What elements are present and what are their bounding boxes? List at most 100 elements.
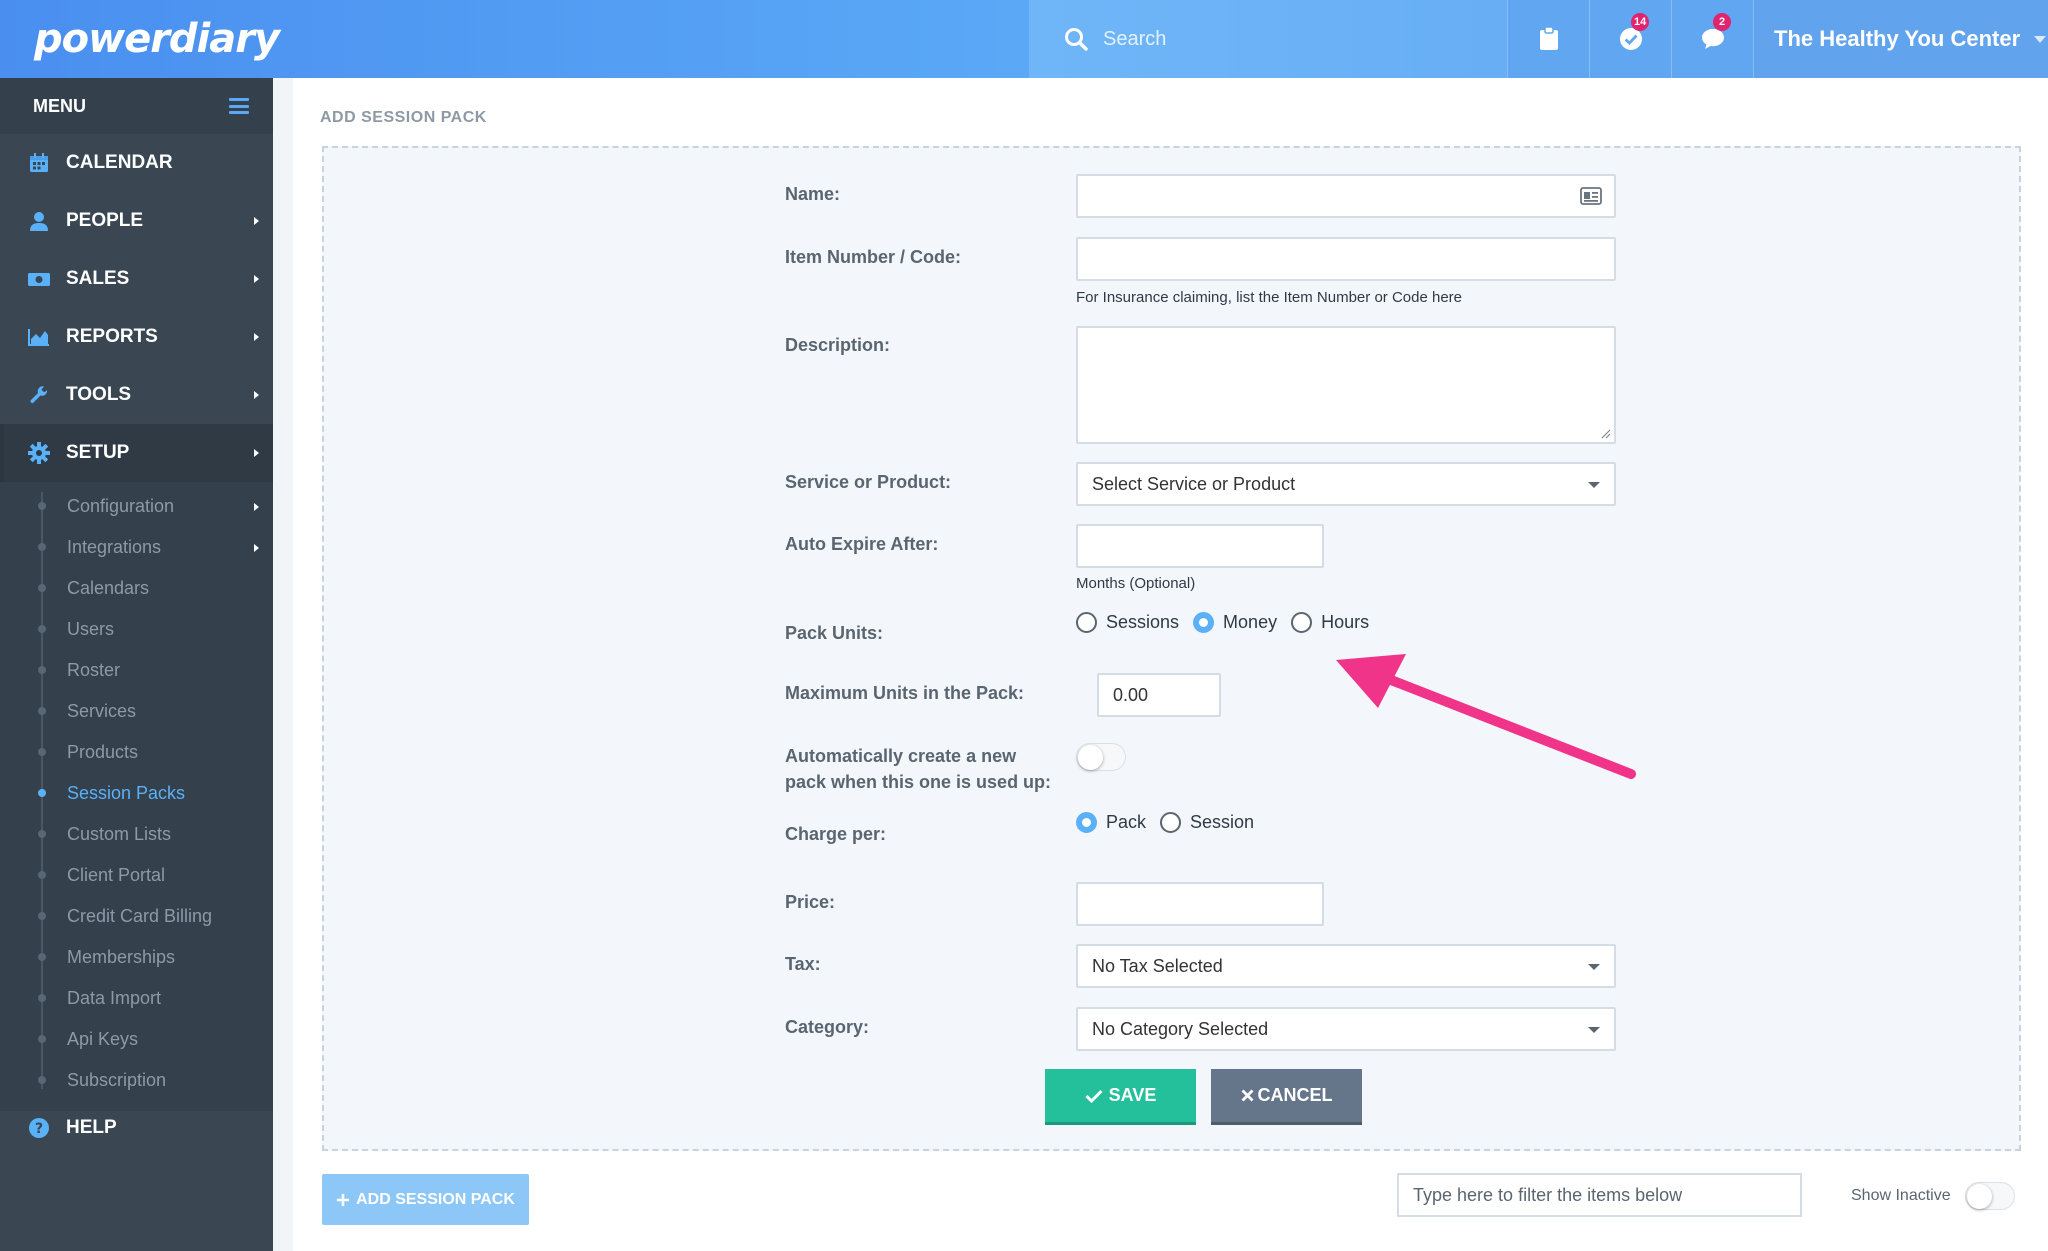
auto-expire-input[interactable] xyxy=(1076,524,1324,568)
sidebar-subitem-api-keys[interactable]: Api Keys xyxy=(0,1019,273,1060)
pack-units-label: Pack Units: xyxy=(785,623,884,643)
sidebar-item-people[interactable]: PEOPLE xyxy=(0,192,273,250)
sidebar-subitem-data-import[interactable]: Data Import xyxy=(0,978,273,1019)
svg-text:?: ? xyxy=(35,1121,43,1137)
sidebar-item-calendar[interactable]: CALENDAR xyxy=(0,134,273,192)
plus-icon xyxy=(337,1193,350,1206)
radio-money-label[interactable]: Money xyxy=(1223,612,1277,633)
name-input[interactable] xyxy=(1076,174,1616,218)
radio-sessions-label[interactable]: Sessions xyxy=(1106,612,1179,633)
sidebar-item-reports[interactable]: REPORTS xyxy=(0,308,273,366)
sidebar-subitem-users[interactable]: Users xyxy=(0,609,273,650)
bullet-dot xyxy=(38,953,46,961)
sidebar-item-sales[interactable]: SALES xyxy=(0,250,273,308)
sidebar-subitem-custom-lists[interactable]: Custom Lists xyxy=(0,814,273,855)
clipboard-button[interactable] xyxy=(1507,0,1589,78)
sidebar-subitem-label: Data Import xyxy=(67,988,162,1008)
sidebar-subitem-credit-card-billing[interactable]: Credit Card Billing xyxy=(0,896,273,937)
charge-per-label: Charge per: xyxy=(785,824,887,844)
question-circle-icon: ? xyxy=(28,1117,50,1139)
sidebar-subitem-services[interactable]: Services xyxy=(0,691,273,732)
auto-expire-label: Auto Expire After: xyxy=(785,534,939,554)
item-number-input[interactable] xyxy=(1076,237,1616,281)
service-select-value: Select Service or Product xyxy=(1092,473,1296,494)
sidebar-subitem-products[interactable]: Products xyxy=(0,732,273,773)
search-input[interactable] xyxy=(1103,27,1463,51)
service-select[interactable]: Select Service or Product xyxy=(1076,462,1616,506)
sidebar-item-tools[interactable]: TOOLS xyxy=(0,366,273,424)
save-button[interactable]: SAVE xyxy=(1045,1069,1196,1122)
item-number-label: Item Number / Code: xyxy=(785,247,962,267)
radio-session-label[interactable]: Session xyxy=(1190,812,1254,833)
toggle-knob xyxy=(1967,1184,1992,1209)
add-session-pack-button[interactable]: ADD SESSION PACK xyxy=(322,1174,529,1225)
sidebar-subitem-configuration[interactable]: Configuration xyxy=(0,486,273,527)
sidebar-item-setup[interactable]: SETUP xyxy=(0,424,273,482)
radio-hours[interactable] xyxy=(1291,612,1313,633)
setup-submenu: Configuration Integrations Calendars Use… xyxy=(0,482,273,1111)
chevron-right-icon xyxy=(254,275,259,283)
main-content: ADD SESSION PACK Name: Item Number / Cod… xyxy=(293,78,2048,1251)
radio-pack[interactable] xyxy=(1076,812,1097,833)
tasks-button[interactable]: 14 xyxy=(1589,0,1671,78)
sidebar-subitem-label: Services xyxy=(67,701,137,721)
save-button-label: SAVE xyxy=(1108,1085,1157,1105)
radio-session[interactable] xyxy=(1160,812,1182,833)
show-inactive-label: Show Inactive xyxy=(1851,1187,1951,1204)
service-label: Service or Product: xyxy=(785,472,952,492)
chevron-down-icon xyxy=(1588,964,1600,970)
sidebar-item-help[interactable]: ? HELP xyxy=(0,1099,273,1157)
radio-money[interactable] xyxy=(1193,612,1215,633)
radio-pack-label[interactable]: Pack xyxy=(1106,812,1146,833)
sidebar-item-label: CALENDAR xyxy=(66,152,173,173)
bullet-dot xyxy=(38,1076,46,1084)
description-textarea[interactable] xyxy=(1076,326,1616,444)
sidebar-item-label: TOOLS xyxy=(66,384,132,405)
tasks-badge: 14 xyxy=(1631,13,1650,31)
auto-expire-hint: Months (Optional) xyxy=(1076,575,1196,592)
annotation-arrow xyxy=(1336,654,1636,779)
max-units-input[interactable]: 0.00 xyxy=(1097,673,1221,717)
messages-button[interactable]: 2 xyxy=(1671,0,1753,78)
powerdiary-logo[interactable]: powerdiary xyxy=(34,16,280,62)
sidebar-subitem-client-portal[interactable]: Client Portal xyxy=(0,855,273,896)
clinic-switcher[interactable]: The Healthy You Center xyxy=(1753,0,2048,78)
global-search[interactable] xyxy=(1029,0,1507,78)
item-number-hint: For Insurance claiming, list the Item Nu… xyxy=(1076,289,1462,306)
calendar-icon xyxy=(28,152,50,174)
bullet-dot xyxy=(38,584,46,592)
page-title: ADD SESSION PACK xyxy=(320,109,487,126)
chevron-right-icon xyxy=(254,391,259,399)
category-select[interactable]: No Category Selected xyxy=(1076,1007,1616,1051)
charge-per-radio-group: Pack Session xyxy=(1076,812,1268,833)
sidebar-item-label: REPORTS xyxy=(66,326,158,347)
sidebar-subitem-memberships[interactable]: Memberships xyxy=(0,937,273,978)
bullet-dot xyxy=(38,502,46,510)
category-select-value: No Category Selected xyxy=(1092,1018,1269,1039)
messages-badge: 2 xyxy=(1713,13,1731,31)
sidebar-subitem-label: Credit Card Billing xyxy=(67,906,213,926)
bullet-dot xyxy=(38,625,46,633)
close-icon xyxy=(1241,1089,1253,1102)
resize-handle-icon[interactable] xyxy=(1599,427,1611,439)
price-input[interactable] xyxy=(1076,882,1324,926)
sidebar-subitem-roster[interactable]: Roster xyxy=(0,650,273,691)
sidebar-item-label: SETUP xyxy=(66,442,130,463)
radio-sessions[interactable] xyxy=(1076,612,1097,633)
search-icon xyxy=(1065,28,1088,51)
logo-area[interactable]: powerdiary xyxy=(0,0,280,78)
hamburger-icon[interactable] xyxy=(229,98,249,114)
sidebar-subitem-subscription[interactable]: Subscription xyxy=(0,1060,273,1101)
tax-select[interactable]: No Tax Selected xyxy=(1076,944,1616,988)
cancel-button[interactable]: CANCEL xyxy=(1211,1069,1362,1122)
filter-input[interactable] xyxy=(1397,1173,1802,1217)
radio-hours-label[interactable]: Hours xyxy=(1321,612,1369,633)
sidebar-subitem-calendars[interactable]: Calendars xyxy=(0,568,273,609)
sidebar-subitem-session-packs[interactable]: Session Packs xyxy=(0,773,273,814)
auto-create-toggle[interactable] xyxy=(1076,743,1126,771)
bullet-dot xyxy=(38,789,46,797)
sidebar-subitem-integrations[interactable]: Integrations xyxy=(0,527,273,568)
add-session-pack-label: ADD SESSION PACK xyxy=(356,1190,515,1208)
show-inactive-toggle[interactable] xyxy=(1965,1182,2015,1210)
name-label: Name: xyxy=(785,184,841,204)
